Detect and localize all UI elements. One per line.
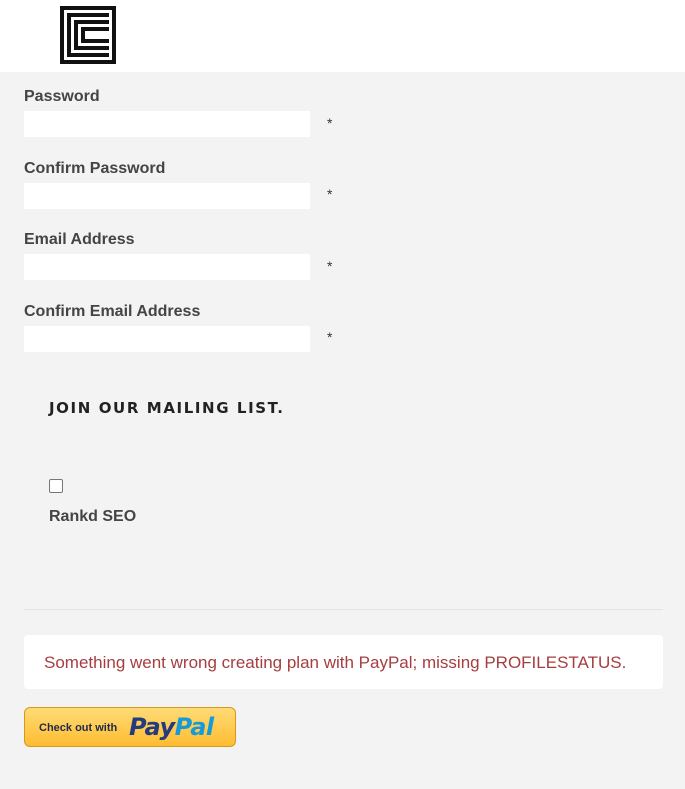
- paypal-checkout-text: Check out with: [39, 722, 118, 734]
- email-required-mark: *: [327, 258, 333, 274]
- paypal-logo-pal: Pal: [174, 713, 214, 741]
- mailing-list-name: Rankd SEO: [49, 508, 137, 525]
- site-header: [0, 0, 685, 72]
- confirm-password-input[interactable]: [24, 183, 310, 209]
- password-input[interactable]: [24, 111, 310, 137]
- paypal-logo: PayPal: [129, 713, 214, 741]
- error-message: Something went wrong creating plan with …: [44, 653, 627, 672]
- email-input[interactable]: [24, 254, 310, 280]
- paypal-logo-pay: Pay: [129, 713, 175, 741]
- confirm-email-required-mark: *: [327, 329, 333, 345]
- mailing-list-heading: JOIN OUR MAILING LIST.: [49, 399, 285, 417]
- password-label: Password: [24, 88, 100, 105]
- divider: [24, 609, 663, 610]
- confirm-password-required-mark: *: [327, 186, 333, 202]
- paypal-checkout-button[interactable]: Check out with PayPal: [24, 707, 236, 747]
- mailing-list-checkbox[interactable]: [49, 479, 63, 493]
- error-message-box: Something went wrong creating plan with …: [24, 635, 663, 689]
- email-label: Email Address: [24, 231, 135, 248]
- confirm-email-input[interactable]: [24, 326, 310, 352]
- confirm-password-label: Confirm Password: [24, 160, 166, 177]
- password-required-mark: *: [327, 115, 333, 131]
- confirm-email-label: Confirm Email Address: [24, 303, 201, 320]
- square-maze-logo-icon[interactable]: [60, 6, 116, 64]
